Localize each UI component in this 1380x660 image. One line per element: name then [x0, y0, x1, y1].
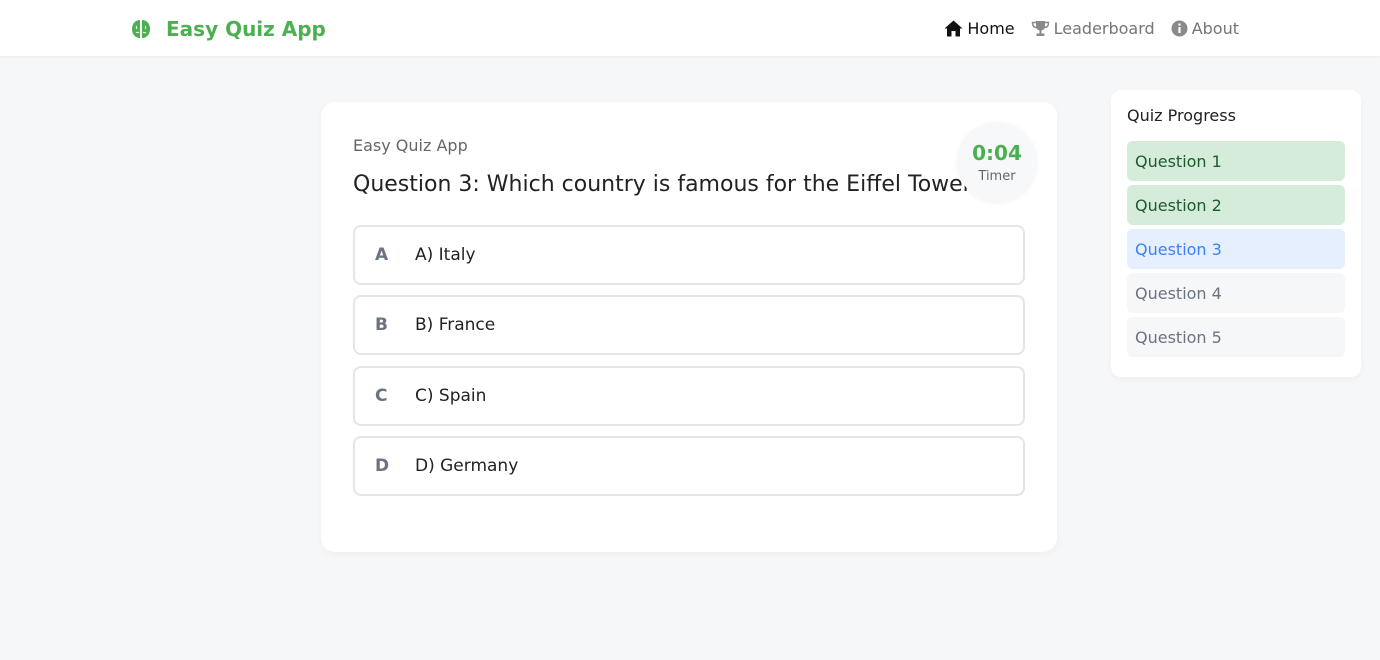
- nav-leaderboard[interactable]: Leaderboard: [1031, 19, 1155, 38]
- nav-about[interactable]: About: [1171, 19, 1239, 38]
- timer: 0:04 Timer: [957, 122, 1037, 202]
- nav-home-label: Home: [967, 18, 1015, 38]
- quiz-card: Easy Quiz App Question 3: Which country …: [321, 102, 1057, 552]
- option-text: B) France: [415, 315, 496, 335]
- progress-item-question-4[interactable]: Question 4: [1127, 273, 1345, 313]
- navbar: Easy Quiz App Home Leaderboard About: [0, 0, 1380, 56]
- nav-links: Home Leaderboard About: [944, 16, 1239, 40]
- option-c[interactable]: C C) Spain: [353, 366, 1025, 426]
- question-text: Question 3: Which country is famous for …: [353, 172, 984, 197]
- brain-icon: [130, 18, 152, 40]
- brand-title: Easy Quiz App: [166, 17, 326, 41]
- brand-link[interactable]: Easy Quiz App: [130, 15, 326, 43]
- progress-item-question-5[interactable]: Question 5: [1127, 317, 1345, 357]
- option-text: A) Italy: [415, 245, 476, 265]
- progress-item-question-1[interactable]: Question 1: [1127, 141, 1345, 181]
- option-letter: B: [375, 315, 388, 335]
- nav-home[interactable]: Home: [944, 18, 1015, 38]
- quiz-progress-panel: Quiz Progress Question 1 Question 2 Ques…: [1111, 90, 1361, 377]
- nav-about-label: About: [1191, 18, 1239, 38]
- home-icon: [944, 20, 963, 37]
- option-text: C) Spain: [415, 386, 487, 406]
- trophy-icon: [1031, 20, 1050, 37]
- timer-value: 0:04: [972, 140, 1022, 165]
- option-b[interactable]: B B) France: [353, 295, 1025, 355]
- option-d[interactable]: D D) Germany: [353, 436, 1025, 496]
- option-letter: C: [375, 386, 388, 406]
- progress-title: Quiz Progress: [1127, 106, 1236, 125]
- quiz-subtitle: Easy Quiz App: [353, 136, 468, 155]
- option-letter: A: [375, 245, 389, 265]
- info-icon: [1171, 20, 1188, 37]
- option-a[interactable]: A A) Italy: [353, 225, 1025, 285]
- progress-item-question-2[interactable]: Question 2: [1127, 185, 1345, 225]
- option-letter: D: [375, 456, 390, 476]
- nav-leaderboard-label: Leaderboard: [1053, 18, 1155, 38]
- option-text: D) Germany: [415, 456, 519, 476]
- progress-item-question-3[interactable]: Question 3: [1127, 229, 1345, 269]
- timer-label: Timer: [978, 168, 1016, 184]
